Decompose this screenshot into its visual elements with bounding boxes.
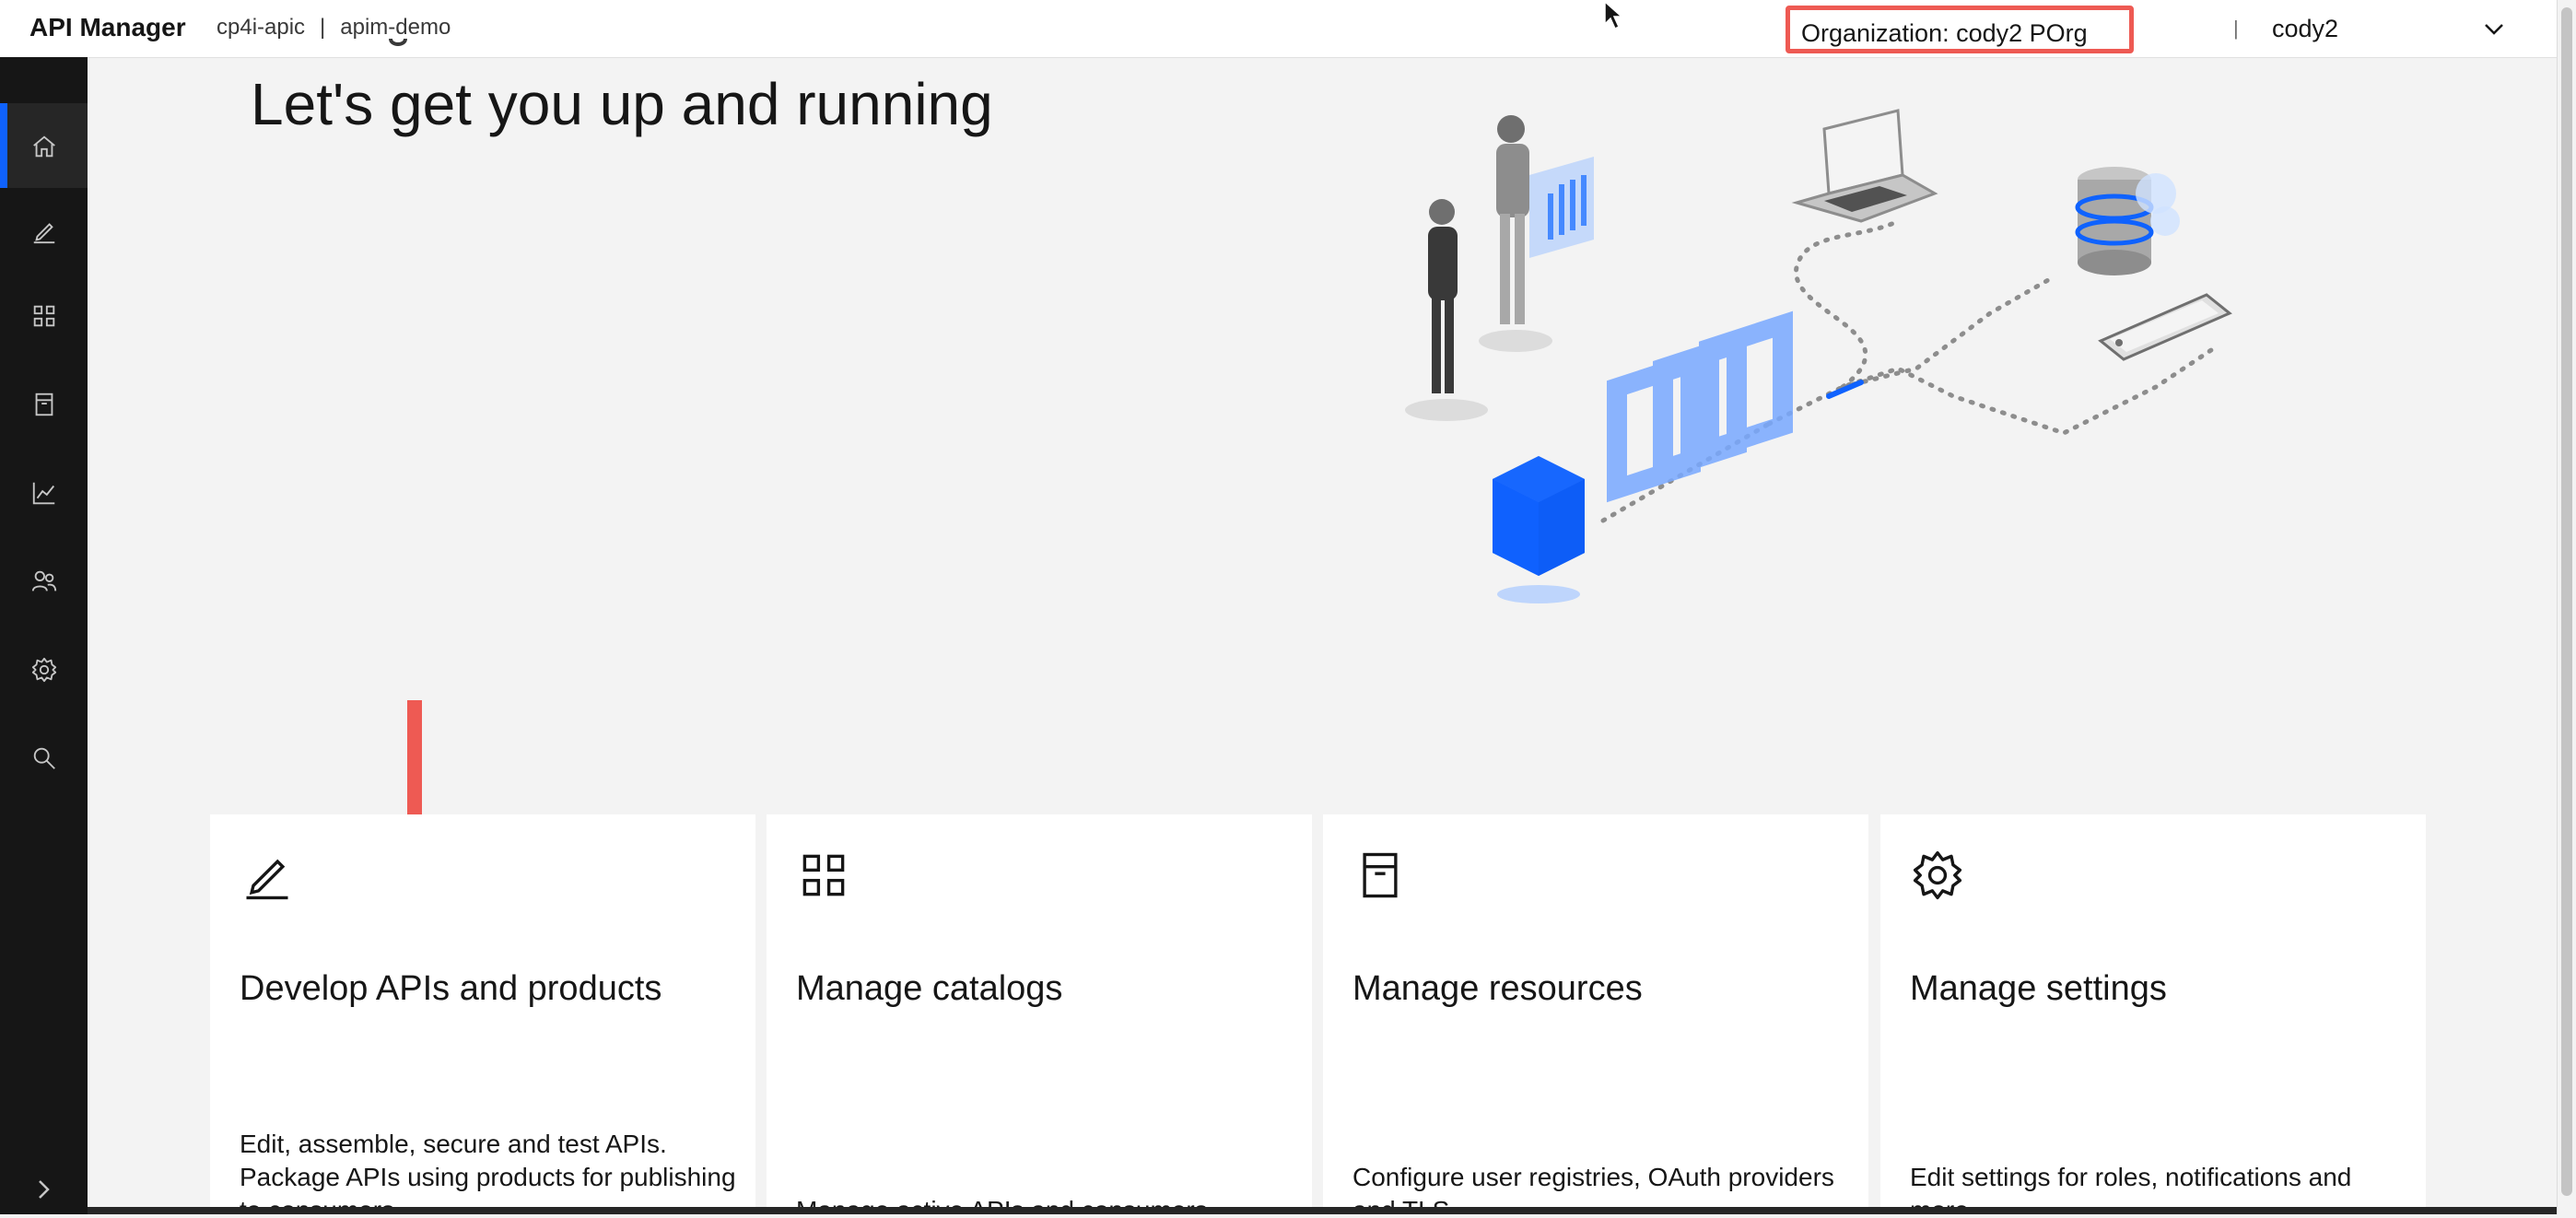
card-manage-resources[interactable]: Manage resources Configure user registri… — [1323, 814, 1868, 1214]
mouse-cursor-icon — [1604, 0, 1623, 30]
page-scrollbar[interactable] — [2557, 0, 2576, 1214]
card-manage-settings[interactable]: Manage settings Edit settings for roles,… — [1880, 814, 2426, 1214]
home-icon — [33, 135, 55, 158]
breadcrumb-item-provider[interactable]: cp4i-apic — [217, 15, 305, 40]
hero-illustration — [1405, 109, 2232, 603]
sidebar-item-resources[interactable] — [0, 361, 88, 446]
grid-icon — [802, 854, 845, 896]
card-description: Edit, assemble, secure and test APIs. Pa… — [240, 1130, 736, 1214]
clipped-text-fragment — [389, 39, 407, 46]
gear-icon — [1913, 850, 1962, 900]
card-manage-catalogs[interactable]: Manage catalogs Manage active APIs and c… — [767, 814, 1312, 1214]
page-title: Let's get you up and running — [251, 71, 993, 137]
archive-icon — [1363, 852, 1398, 898]
card-title: Manage resources — [1352, 969, 1643, 1008]
sidebar-item-catalogs[interactable] — [0, 273, 88, 357]
grid-icon — [33, 305, 55, 327]
sidebar-nav — [0, 57, 88, 1214]
sidebar-expand-button[interactable] — [0, 1163, 88, 1218]
card-develop-apis[interactable]: Develop APIs and products Edit, assemble… — [210, 814, 755, 1214]
gear-icon — [31, 657, 57, 683]
organization-selector[interactable]: Organization: cody2 POrg — [1786, 6, 2134, 53]
search-icon — [33, 747, 55, 769]
users-icon — [31, 570, 57, 591]
breadcrumb-item-instance[interactable]: apim-demo — [340, 15, 451, 40]
sidebar-item-search[interactable] — [0, 715, 88, 800]
chevron-right-icon — [39, 1180, 50, 1199]
user-name[interactable]: cody2 — [2272, 15, 2338, 43]
card-title: Manage settings — [1910, 969, 2167, 1008]
sidebar-item-analytics[interactable] — [0, 450, 88, 534]
app-name[interactable]: API Manager — [29, 13, 186, 42]
archive-icon — [35, 392, 53, 416]
scrollbar-thumb[interactable] — [2561, 7, 2572, 1196]
organization-label: Organization: cody2 POrg — [1801, 19, 2088, 47]
card-title: Manage catalogs — [796, 969, 1063, 1008]
breadcrumb: cp4i-apic | apim-demo — [217, 15, 451, 41]
pencil-icon — [33, 223, 55, 244]
pencil-icon — [246, 859, 288, 900]
sidebar-item-develop[interactable] — [0, 188, 88, 273]
chevron-down-icon[interactable] — [2482, 17, 2506, 41]
window-bottom-edge — [88, 1207, 2557, 1214]
sidebar-item-settings[interactable] — [0, 627, 88, 711]
line-chart-icon — [32, 482, 55, 505]
breadcrumb-separator: | — [320, 15, 326, 40]
card-title: Develop APIs and products — [240, 969, 662, 1008]
sidebar-item-home[interactable] — [0, 103, 88, 188]
top-header: API Manager cp4i-apic | apim-demo Organiza… — [0, 0, 2557, 58]
header-separator: | — [2233, 17, 2239, 40]
sidebar-item-members[interactable] — [0, 538, 88, 623]
